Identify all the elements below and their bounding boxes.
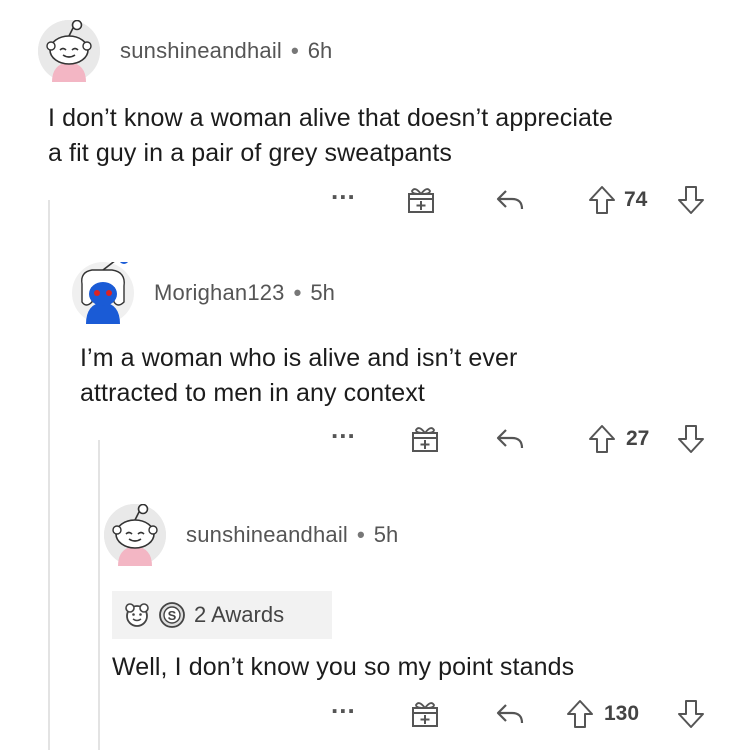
wholesome-award-icon xyxy=(125,603,149,627)
comment-3: sunshineandhail • 5h S 2 Awards Well, I … xyxy=(0,0,750,750)
comment-actions: ... 130 xyxy=(0,689,750,731)
comment-meta: sunshineandhail • 5h xyxy=(186,522,398,548)
comment-body: Well, I don’t know you so my point stand… xyxy=(112,650,574,685)
reply-arrow-icon[interactable] xyxy=(494,700,526,728)
upvote-arrow-icon[interactable] xyxy=(566,699,594,729)
downvote-arrow-icon[interactable] xyxy=(677,699,705,729)
silver-award-icon: S xyxy=(159,602,185,628)
vote-count: 130 xyxy=(604,702,640,725)
awards-badge[interactable]: S 2 Awards xyxy=(112,591,332,639)
separator-dot: • xyxy=(357,522,365,547)
gift-icon[interactable] xyxy=(410,699,440,729)
awards-count-label: 2 Awards xyxy=(194,602,285,627)
more-options-button[interactable]: ... xyxy=(331,689,356,720)
svg-text:S: S xyxy=(168,608,177,623)
username[interactable]: sunshineandhail xyxy=(186,522,348,548)
timestamp: 5h xyxy=(373,522,399,547)
avatar[interactable] xyxy=(104,504,166,566)
snoo-avatar-smiling-icon xyxy=(104,504,166,566)
comment-body-line: Well, I don’t know you so my point stand… xyxy=(112,653,575,681)
